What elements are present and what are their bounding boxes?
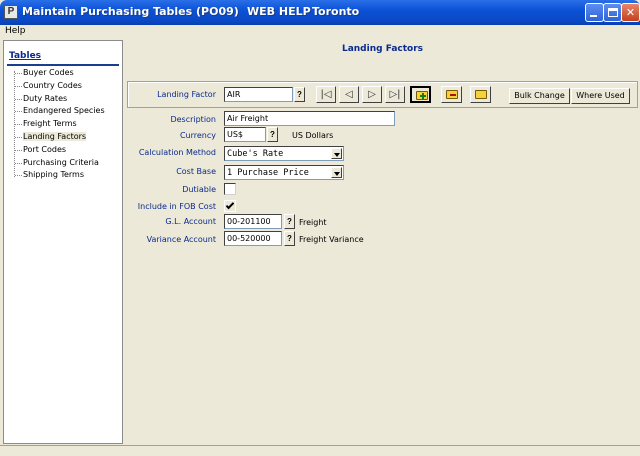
include-fob-label: Include in FOB Cost (137, 202, 216, 211)
maximize-button[interactable] (603, 3, 622, 22)
maximize-icon (608, 8, 618, 17)
folder-icon (475, 90, 487, 99)
currency-description: US Dollars (292, 131, 334, 140)
dutiable-checkbox[interactable] (224, 183, 236, 195)
sidebar-item-port-codes[interactable]: Port Codes (12, 144, 122, 157)
sidebar-item-endangered-species[interactable]: Endangered Species (12, 105, 122, 118)
cost-base-select[interactable]: 1 Purchase Price (224, 165, 344, 180)
description-label: Description (170, 115, 216, 124)
web-help-label[interactable]: WEB HELP (247, 5, 311, 18)
variance-account-input[interactable]: 00-520000 (224, 231, 282, 246)
menu-bar: Help (0, 25, 640, 39)
location-label: Toronto (312, 5, 360, 18)
remove-folder-icon (446, 90, 458, 99)
next-record-button[interactable]: ▷ (362, 86, 382, 103)
app-icon: P (4, 5, 18, 19)
prev-record-button[interactable]: ◁ (339, 86, 359, 103)
variance-account-lookup-button[interactable]: ? (284, 231, 295, 246)
currency-label: Currency (179, 131, 216, 140)
checkmark-icon (225, 200, 235, 210)
last-record-button[interactable]: ▷| (385, 86, 405, 103)
main-panel: Landing Factors Landing Factor AIR ? |◁ … (125, 40, 640, 444)
variance-account-description: Freight Variance (299, 235, 364, 244)
sidebar-item-landing-factors[interactable]: Landing Factors (12, 131, 122, 144)
sidebar-item-buyer-codes[interactable]: Buyer Codes (12, 67, 122, 80)
landing-factor-input[interactable]: AIR (224, 87, 293, 102)
currency-input[interactable]: US$ (224, 127, 266, 142)
tables-tree: Buyer Codes Country Codes Duty Rates End… (12, 67, 122, 182)
add-folder-icon (416, 91, 428, 100)
calculation-method-label: Calculation Method (138, 148, 216, 157)
gl-account-label: G.L. Account (165, 217, 216, 226)
chevron-down-icon[interactable] (331, 148, 342, 159)
menu-help[interactable]: Help (5, 26, 26, 36)
add-record-button[interactable] (410, 86, 431, 103)
gl-account-description: Freight (299, 218, 327, 227)
sidebar-item-duty-rates[interactable]: Duty Rates (12, 93, 122, 106)
window-title: Maintain Purchasing Tables (PO09) (22, 5, 239, 18)
sidebar-item-shipping-terms[interactable]: Shipping Terms (12, 169, 122, 182)
minimize-button[interactable] (585, 3, 604, 22)
include-fob-checkbox[interactable] (224, 200, 236, 212)
gl-account-input[interactable]: 00-201100 (224, 214, 282, 229)
close-button[interactable]: ✕ (621, 3, 640, 22)
landing-factor-label: Landing Factor (157, 90, 216, 99)
status-bar (0, 445, 640, 456)
first-record-button[interactable]: |◁ (316, 86, 336, 103)
sidebar-item-purchasing-criteria[interactable]: Purchasing Criteria (12, 157, 122, 170)
close-icon: ✕ (625, 6, 636, 19)
currency-lookup-button[interactable]: ? (267, 127, 278, 142)
minimize-icon (590, 15, 597, 17)
tables-heading: Tables (9, 51, 42, 61)
description-input[interactable]: Air Freight (224, 111, 395, 126)
title-bar[interactable]: P Maintain Purchasing Tables (PO09) WEB … (0, 0, 640, 25)
page-title: Landing Factors (341, 44, 424, 54)
chevron-down-icon[interactable] (331, 167, 342, 178)
where-used-button[interactable]: Where Used (571, 88, 630, 104)
calculation-method-select[interactable]: Cube's Rate (224, 146, 344, 161)
sidebar-item-freight-terms[interactable]: Freight Terms (12, 118, 122, 131)
landing-factor-lookup-button[interactable]: ? (294, 87, 305, 102)
dutiable-label: Dutiable (182, 185, 216, 194)
cost-base-label: Cost Base (176, 167, 216, 176)
gl-account-lookup-button[interactable]: ? (284, 214, 295, 229)
open-record-button[interactable] (470, 86, 491, 103)
variance-account-label: Variance Account (146, 235, 216, 244)
delete-record-button[interactable] (441, 86, 462, 103)
tables-divider (7, 64, 119, 66)
bulk-change-button[interactable]: Bulk Change (509, 88, 570, 104)
tables-panel: Tables Buyer Codes Country Codes Duty Ra… (3, 40, 123, 444)
sidebar-item-country-codes[interactable]: Country Codes (12, 80, 122, 93)
